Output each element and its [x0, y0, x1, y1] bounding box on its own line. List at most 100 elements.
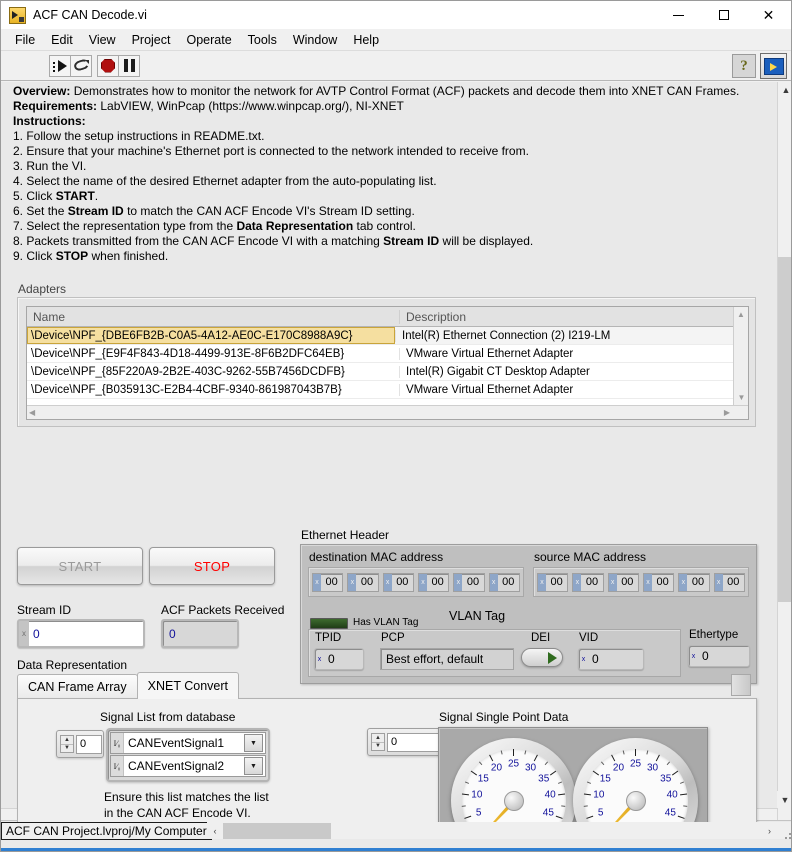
- menu-project[interactable]: Project: [124, 31, 179, 49]
- adapter-description: Intel(R) Ethernet Connection (2) I219-LM: [395, 329, 748, 342]
- menu-edit[interactable]: Edit: [43, 31, 81, 49]
- adapter-row[interactable]: \Device\NPF_{B035913C-E2B4-4CBF-9340-861…: [27, 381, 748, 399]
- scroll-up-icon[interactable]: ▲: [734, 307, 748, 321]
- ethernet-header-label: Ethernet Header: [301, 528, 390, 542]
- gauge-signal-1: 05101520253035404550: [451, 738, 576, 822]
- adapter-row[interactable]: \Device\NPF_{E9F4F843-4D18-4499-913E-8F6…: [27, 345, 748, 363]
- destination-mac-byte: x 00: [382, 572, 414, 592]
- column-header-description: Description: [399, 309, 748, 324]
- accent-bar: [1, 848, 791, 851]
- panel-scroll-down-icon[interactable]: ▼: [777, 791, 791, 808]
- stop-button[interactable]: STOP: [149, 547, 275, 585]
- close-button[interactable]: ✕: [746, 1, 791, 29]
- gauge-scale-label: 10: [471, 789, 483, 801]
- pause-button[interactable]: [118, 54, 140, 77]
- pcp-label: PCP: [381, 632, 405, 644]
- signal-list-index-control[interactable]: ▲ ▼ 0: [56, 730, 104, 758]
- mac-radix-icon: x: [679, 573, 688, 591]
- doc-line: 4. Select the name of the desired Ethern…: [13, 174, 437, 188]
- chevron-down-icon[interactable]: ▼: [244, 734, 263, 752]
- adapters-table[interactable]: Name Description \Device\NPF_{DBE6FB2B-C…: [26, 306, 749, 420]
- status-scroll-right-icon[interactable]: ›: [768, 826, 771, 836]
- signal-single-point-label: Signal Single Point Data: [439, 710, 569, 724]
- mac-byte-value: 00: [431, 576, 444, 588]
- mac-radix-icon: x: [714, 573, 723, 591]
- run-continuously-button[interactable]: [70, 54, 92, 77]
- adapters-vertical-scrollbar[interactable]: ▲ ▼: [733, 307, 748, 419]
- adapter-name: \Device\NPF_{B035913C-E2B4-4CBF-9340-861…: [31, 383, 342, 396]
- signal-type-icon: I⁄₀: [111, 733, 124, 753]
- run-button[interactable]: [49, 54, 71, 77]
- adapter-row[interactable]: \Device\NPF_{85F220A9-2B2E-403C-9262-55B…: [27, 363, 748, 381]
- acf-packets-received-value: 0: [161, 619, 239, 648]
- scroll-down-icon[interactable]: ▼: [734, 390, 748, 404]
- destination-mac-byte: x 00: [453, 572, 485, 592]
- adapter-row[interactable]: \Device\NPF_{DBE6FB2B-C0A5-4A12-AE0C-E17…: [27, 327, 748, 345]
- resize-grip-icon[interactable]: [779, 827, 791, 839]
- status-scroll-left-icon[interactable]: ‹: [207, 826, 223, 836]
- mac-radix-icon: x: [608, 573, 617, 591]
- index-spinner-icon[interactable]: ▲ ▼: [60, 735, 74, 753]
- stream-id-input[interactable]: x 0: [17, 619, 145, 648]
- menu-tools[interactable]: Tools: [240, 31, 285, 49]
- maximize-button[interactable]: [701, 1, 746, 29]
- status-horizontal-scrollbar[interactable]: ‹ ›: [207, 822, 791, 839]
- mac-byte-value: 00: [691, 576, 705, 588]
- signal-row[interactable]: I⁄₀ CANEventSignal1 ▼: [110, 732, 266, 754]
- context-help-button[interactable]: ?: [732, 54, 756, 78]
- doc-line: 2. Ensure that your machine's Ethernet p…: [13, 144, 529, 158]
- front-panel: Overview: Demonstrates how to monitor th…: [1, 82, 791, 822]
- adapters-container: Name Description \Device\NPF_{DBE6FB2B-C…: [17, 297, 756, 427]
- abort-execution-button[interactable]: [97, 54, 119, 77]
- menu-window[interactable]: Window: [285, 31, 345, 49]
- chevron-down-icon[interactable]: ▼: [244, 757, 263, 775]
- column-header-name: Name: [33, 309, 66, 324]
- ethertype-label: Ethertype: [689, 629, 739, 641]
- adapter-description: Intel(R) Gigabit CT Desktop Adapter: [399, 365, 748, 378]
- adapters-horizontal-scrollbar[interactable]: ◀ ▶: [27, 405, 748, 419]
- signal-name: CANEventSignal2: [128, 759, 225, 773]
- minimize-button[interactable]: [656, 1, 701, 29]
- start-button[interactable]: START: [17, 547, 143, 585]
- mac-radix-icon: x: [383, 573, 392, 591]
- signal-row[interactable]: I⁄₀ CANEventSignal2 ▼: [110, 755, 266, 777]
- menu-file[interactable]: File: [7, 31, 43, 49]
- menu-view[interactable]: View: [81, 31, 124, 49]
- signal-list-label: Signal List from database: [100, 710, 236, 724]
- mac-radix-icon: x: [418, 573, 427, 591]
- single-point-spinner-icon[interactable]: ▲ ▼: [371, 733, 385, 751]
- panel-scroll-up-icon[interactable]: ▲: [778, 82, 791, 98]
- gauge-scale-label: 10: [593, 789, 605, 801]
- abort-stop-icon: [101, 58, 115, 73]
- doc-line: Instructions:: [13, 114, 86, 128]
- gauge-scale-label: 20: [490, 762, 503, 774]
- signal-list-array[interactable]: I⁄₀ CANEventSignal1 ▼ I⁄₀ CANEventSignal2 ▼: [106, 728, 270, 782]
- scroll-left-icon[interactable]: ◀: [29, 408, 35, 417]
- scroll-right-icon[interactable]: ▶: [724, 408, 730, 417]
- gauge-scale-label: 35: [538, 773, 550, 785]
- gauge-scale-label: 25: [629, 758, 642, 769]
- menu-bar: File Edit View Project Operate Tools Win…: [1, 29, 791, 51]
- menu-operate[interactable]: Operate: [178, 31, 239, 49]
- tab-xnet-convert[interactable]: XNET Convert: [136, 672, 239, 699]
- menu-help[interactable]: Help: [345, 31, 387, 49]
- panel-vertical-scrollbar[interactable]: ▲: [777, 82, 791, 822]
- status-scroll-thumb[interactable]: [223, 822, 331, 839]
- mac-radix-icon: x: [573, 573, 582, 591]
- ethernet-header-cluster: destination MAC address x 00 x 00 x 00 x 00 x 00 x…: [300, 544, 757, 684]
- tab-resize-grip[interactable]: [731, 674, 751, 696]
- mac-byte-value: 00: [656, 576, 669, 588]
- signal-list-index-value: 0: [76, 734, 102, 754]
- run-continuously-icon: [74, 59, 89, 72]
- tab-can-frame-array[interactable]: CAN Frame Array: [17, 674, 138, 699]
- panel-scroll-thumb[interactable]: [778, 257, 791, 602]
- stream-id-radix-icon[interactable]: x: [19, 621, 29, 646]
- dei-toggle[interactable]: [521, 648, 563, 667]
- gauge-hub: [503, 790, 524, 811]
- gauge-2-face: 05101520253035404550: [583, 748, 688, 822]
- ethertype-radix-icon: x: [691, 652, 696, 660]
- vi-icon-button[interactable]: [760, 53, 787, 79]
- doc-line: 1. Follow the setup instructions in READ…: [13, 129, 265, 143]
- destination-mac-byte: x 00: [312, 572, 344, 592]
- window-controls: ✕: [656, 1, 791, 29]
